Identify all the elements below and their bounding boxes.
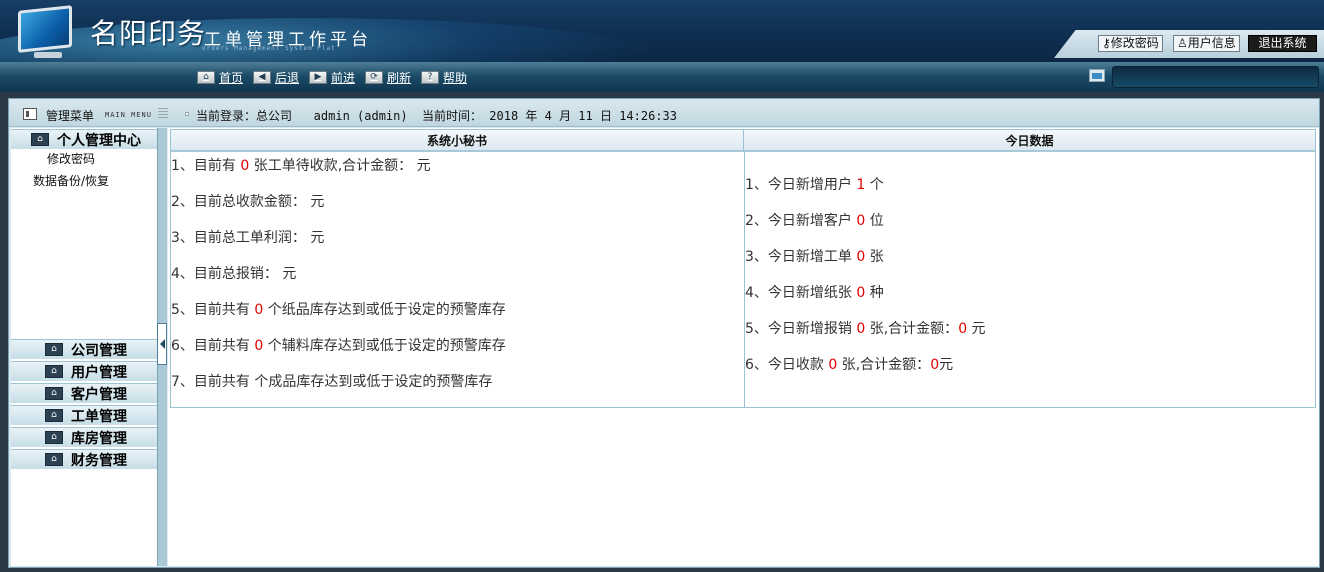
sidebar-group-label: 库房管理 — [71, 430, 127, 447]
sidebar-group-personal[interactable]: ⌂ 个人管理中心 — [11, 129, 157, 149]
toolbar-nav: ⌂ 首页 ◀ 后退 ▶ 前进 ⟳ 刷新 ? 帮助 — [0, 62, 1324, 92]
bullet-icon — [185, 112, 189, 116]
sidebar-group-order[interactable]: ⌂ 工单管理 — [11, 405, 157, 425]
list-item: 6、目前共有 0 个辅料库存达到或低于设定的预警库存 — [171, 338, 506, 354]
main-frame: 管理菜单 MAIN MENU 当前登录：总公司 admin (admin) 当前… — [8, 98, 1320, 568]
collapse-arrow-icon — [159, 339, 165, 349]
list-item: 1、目前有 0 张工单待收款,合计金额： 元 — [171, 158, 431, 174]
home-icon: ⌂ — [45, 343, 63, 356]
login-info: 当前登录：总公司 admin (admin) 当前时间： 2018 年 4 月 … — [196, 109, 677, 123]
sidebar-item-data-backup[interactable]: 数据备份/恢复 — [11, 172, 131, 189]
nav-refresh-label: 刷新 — [387, 70, 412, 85]
secretary-panel-title: 系统小秘书 — [171, 130, 744, 152]
menu-lines-icon — [158, 108, 168, 118]
nav-back-label: 后退 — [275, 70, 300, 85]
nav-back-link[interactable]: ◀ 后退 — [253, 69, 299, 85]
app-header: 名阳印务 工单管理工作平台 orders Management System P… — [0, 0, 1324, 62]
sidebar-group-customer[interactable]: ⌂ 客户管理 — [11, 383, 157, 403]
sidebar-group-warehouse[interactable]: ⌂ 库房管理 — [11, 427, 157, 447]
menu-title: 管理菜单 — [46, 109, 95, 123]
home-icon: ⌂ — [45, 387, 63, 400]
list-item: 3、目前总工单利润： 元 — [171, 230, 325, 246]
list-item: 5、今日新增报销 0 张,合计金额：0 元 — [745, 321, 986, 337]
sidebar-group-finance[interactable]: ⌂ 财务管理 — [11, 449, 157, 469]
sidebar-menu: ⌂ 个人管理中心 修改密码 数据备份/恢复 ⌂ 公司管理 ⌂ 用户管理 ⌂ 客户… — [11, 128, 157, 566]
logout-button[interactable]: 退出系统 — [1248, 35, 1317, 52]
sidebar-group-label: 公司管理 — [71, 342, 127, 359]
home-icon: ⌂ — [45, 453, 63, 466]
menu-panel-icon — [23, 108, 37, 120]
collapse-sidebar-handle[interactable] — [157, 323, 167, 365]
info-bar: 管理菜单 MAIN MENU 当前登录：总公司 admin (admin) 当前… — [9, 99, 1319, 127]
list-item: 4、目前总报销： 元 — [171, 266, 297, 282]
change-password-label: 修改密码 — [1110, 36, 1159, 50]
user-info-button[interactable]: ♙用户信息 — [1173, 35, 1240, 52]
list-item: 5、目前共有 0 个纸品库存达到或低于设定的预警库存 — [171, 302, 506, 318]
key-icon: ⚷ — [1102, 36, 1111, 50]
dashboard-table: 系统小秘书 今日数据 1、目前有 0 张工单待收款,合计金额： 元 2、目前总收… — [170, 129, 1316, 408]
list-item: 7、目前共有 个成品库存达到或低于设定的预警库存 — [171, 374, 493, 390]
nav-help-link[interactable]: ? 帮助 — [421, 69, 467, 85]
nav-forward-label: 前进 — [331, 70, 356, 85]
sidebar-group-label: 财务管理 — [71, 452, 127, 469]
content-area: 系统小秘书 今日数据 1、目前有 0 张工单待收款,合计金额： 元 2、目前总收… — [168, 128, 1319, 566]
refresh-icon: ⟳ — [365, 70, 383, 84]
list-item: 2、目前总收款金额： 元 — [171, 194, 325, 210]
sidebar-group-label: 客户管理 — [71, 386, 127, 403]
list-item: 4、今日新增纸张 0 种 — [745, 285, 884, 301]
status-display-field — [1112, 66, 1319, 88]
user-icon: ♙ — [1177, 36, 1188, 50]
menu-title-english: MAIN MENU — [105, 111, 152, 119]
list-item: 6、今日收款 0 张,合计金额：0元 — [745, 357, 954, 373]
nav-forward-link[interactable]: ▶ 前进 — [309, 69, 355, 85]
user-info-label: 用户信息 — [1187, 36, 1236, 50]
monitor-logo-icon — [18, 5, 76, 58]
nav-home-link[interactable]: ⌂ 首页 — [197, 69, 243, 85]
home-icon: ⌂ — [31, 133, 49, 146]
arrow-left-icon: ◀ — [253, 70, 271, 84]
sidebar-group-user[interactable]: ⌂ 用户管理 — [11, 361, 157, 381]
home-icon: ⌂ — [45, 431, 63, 444]
home-icon: ⌂ — [45, 365, 63, 378]
help-icon: ? — [421, 70, 439, 84]
sidebar-group-label: 个人管理中心 — [57, 132, 141, 149]
brand-title: 名阳印务 — [90, 17, 207, 50]
monitor-icon — [1089, 69, 1105, 82]
brand-english-subtitle: orders Management System Plat — [202, 45, 336, 52]
sidebar-group-label: 工单管理 — [71, 408, 127, 425]
nav-help-label: 帮助 — [443, 70, 468, 85]
list-item: 1、今日新增用户 1 个 — [745, 177, 884, 193]
sidebar-item-change-password[interactable]: 修改密码 — [11, 150, 131, 167]
nav-refresh-link[interactable]: ⟳ 刷新 — [365, 69, 411, 85]
change-password-button[interactable]: ⚷修改密码 — [1098, 35, 1163, 52]
sidebar-group-company[interactable]: ⌂ 公司管理 — [11, 339, 157, 359]
home-icon: ⌂ — [45, 409, 63, 422]
nav-home-label: 首页 — [219, 70, 244, 85]
today-data-panel-title: 今日数据 — [744, 130, 1315, 152]
home-icon: ⌂ — [197, 70, 215, 84]
list-item: 3、今日新增工单 0 张 — [745, 249, 884, 265]
sidebar-group-label: 用户管理 — [71, 364, 127, 381]
list-item: 2、今日新增客户 0 位 — [745, 213, 884, 229]
arrow-right-icon: ▶ — [309, 70, 327, 84]
